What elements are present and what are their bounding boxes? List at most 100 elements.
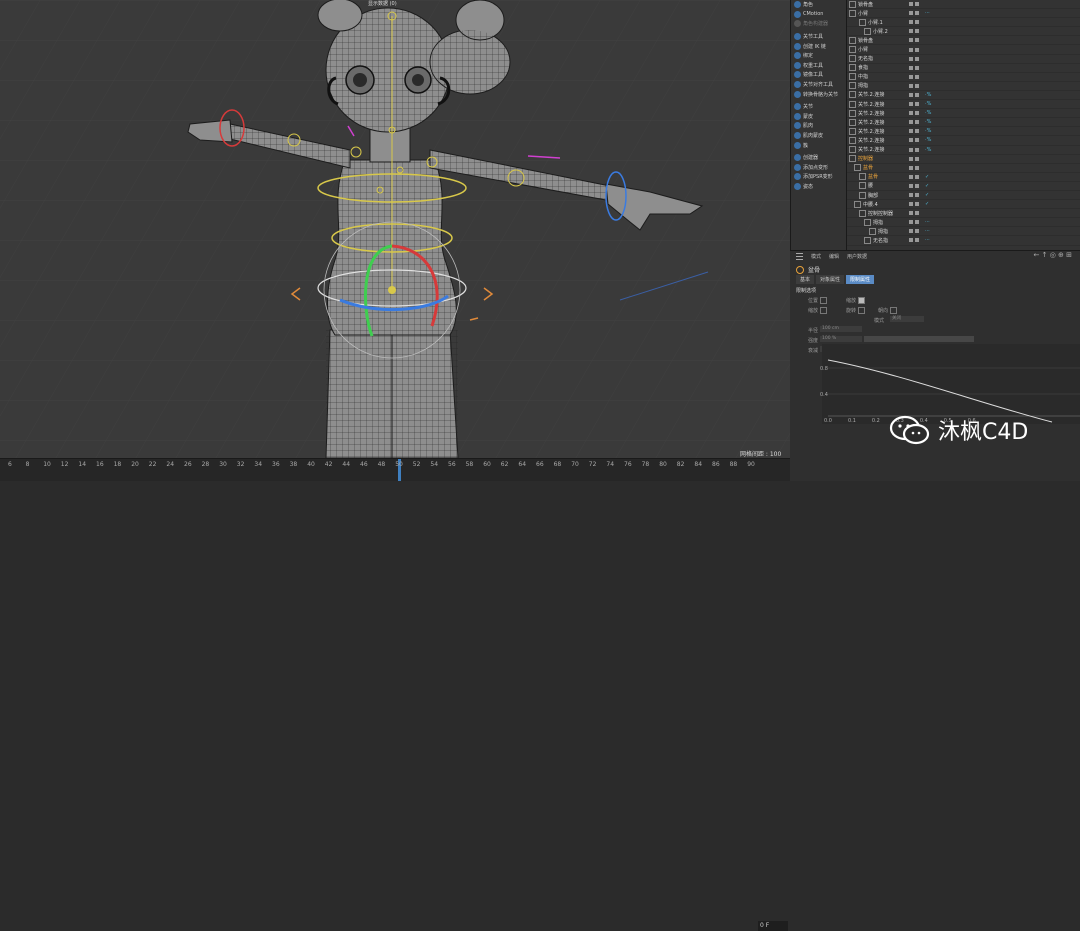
object-row[interactable]: 无名指 xyxy=(847,55,1080,64)
character-wireframe[interactable] xyxy=(0,0,790,458)
object-tags[interactable]: ✓ xyxy=(925,201,929,207)
object-row[interactable]: 小臂.1 xyxy=(847,18,1080,28)
object-row[interactable]: 关节.2.连接 ·% xyxy=(847,118,1080,128)
visibility-flags-icon[interactable] xyxy=(909,65,919,70)
object-row[interactable]: 盆骨 xyxy=(847,164,1080,173)
command-item[interactable]: 添加PSR变形 xyxy=(791,172,847,182)
object-tags[interactable]: ·% xyxy=(925,137,931,143)
frame-field[interactable]: 0 F xyxy=(758,921,788,931)
visibility-flags-icon[interactable] xyxy=(909,20,919,25)
object-tags[interactable]: ·% xyxy=(925,101,931,107)
object-tags[interactable]: ✓ xyxy=(925,192,929,198)
command-item[interactable]: 创建 IK 链 xyxy=(791,41,847,51)
radius-field[interactable]: 100 cm xyxy=(820,326,862,332)
tab-limit[interactable]: 限制属性 xyxy=(846,275,875,284)
visibility-flags-icon[interactable] xyxy=(909,102,919,107)
object-row[interactable]: 拇指 ··· xyxy=(847,227,1080,237)
command-item[interactable]: 簇 xyxy=(791,140,847,150)
visibility-flags-icon[interactable] xyxy=(909,74,919,79)
visibility-flags-icon[interactable] xyxy=(909,29,919,34)
object-row[interactable]: 腰 ✓ xyxy=(847,182,1080,191)
object-row[interactable]: 关节.2.连接 ·% xyxy=(847,100,1080,110)
command-item[interactable]: 肌肉 xyxy=(791,121,847,131)
object-row[interactable]: 拇指 xyxy=(847,82,1080,91)
object-tags[interactable]: ··· xyxy=(925,10,930,16)
command-item[interactable]: 角色 xyxy=(791,0,847,10)
visibility-flags-icon[interactable] xyxy=(909,56,919,61)
object-tags[interactable]: ·% xyxy=(925,110,931,116)
object-row[interactable]: 拇指 ··· xyxy=(847,218,1080,228)
object-row[interactable]: 锁骨盘 xyxy=(847,36,1080,46)
object-tags[interactable]: ✓ xyxy=(925,183,929,189)
command-item[interactable]: 绑定 xyxy=(791,51,847,61)
object-tags[interactable]: ·% xyxy=(925,119,931,125)
command-item[interactable]: 姿态 xyxy=(791,182,847,192)
object-row[interactable]: 小臂.2 xyxy=(847,27,1080,37)
command-item[interactable]: CMotion xyxy=(791,10,847,20)
menu-userdata[interactable]: 用户数据 xyxy=(847,253,867,260)
visibility-flags-icon[interactable] xyxy=(909,202,919,207)
object-tags[interactable]: ·% xyxy=(925,128,931,134)
visibility-flags-icon[interactable] xyxy=(909,47,919,52)
checkbox[interactable] xyxy=(820,297,828,304)
command-item[interactable]: 添加点变形 xyxy=(791,163,847,173)
object-row[interactable]: 关节.2.连接 ·% xyxy=(847,127,1080,137)
object-tags[interactable]: ✓ xyxy=(925,174,929,180)
command-item[interactable]: 创建器 xyxy=(791,153,847,163)
object-tags[interactable]: ··· xyxy=(925,228,930,234)
menu-mode[interactable]: 模式 xyxy=(811,253,821,260)
prop-scale-2[interactable]: 缩放 xyxy=(808,307,828,314)
visibility-flags-icon[interactable] xyxy=(909,165,919,170)
command-item[interactable]: 镜像工具 xyxy=(791,70,847,80)
visibility-flags-icon[interactable] xyxy=(909,129,919,134)
object-row[interactable]: 关节.2.连接 ·% xyxy=(847,109,1080,119)
command-item[interactable]: 蒙皮 xyxy=(791,112,847,122)
command-item[interactable]: 角色构建器 xyxy=(791,19,847,29)
prop-rotation[interactable]: 旋转 xyxy=(846,307,866,314)
visibility-flags-icon[interactable] xyxy=(909,174,919,179)
object-row[interactable]: 胸部 ✓ xyxy=(847,191,1080,201)
command-item[interactable]: 关节工具 xyxy=(791,32,847,42)
visibility-flags-icon[interactable] xyxy=(909,229,919,234)
checkbox[interactable] xyxy=(858,297,866,304)
checkbox[interactable] xyxy=(890,307,898,314)
visibility-flags-icon[interactable] xyxy=(909,138,919,143)
object-row[interactable]: 关节.2.连接 ·% xyxy=(847,136,1080,146)
object-row[interactable]: 无名指 ··· xyxy=(847,236,1080,246)
falloff-curve[interactable]: 0.8 0.4 0.0 0.1 0.2 0.3 0.4 0.5 0.6 xyxy=(820,344,1080,424)
visibility-flags-icon[interactable] xyxy=(909,38,919,43)
object-row[interactable]: 控制控制器 xyxy=(847,209,1080,219)
command-item[interactable]: 关节对齐工具 xyxy=(791,80,847,90)
tab-object[interactable]: 对象属性 xyxy=(816,275,845,284)
menu-edit[interactable]: 编辑 xyxy=(829,253,839,260)
nav-arrows-icon[interactable]: ← ↑ ◎ ⊕ ⊞ xyxy=(1034,251,1072,259)
strength-slider[interactable] xyxy=(864,336,974,342)
object-tags[interactable]: ··· xyxy=(925,237,930,243)
visibility-flags-icon[interactable] xyxy=(909,83,919,88)
visibility-flags-icon[interactable] xyxy=(909,211,919,216)
mode-select[interactable]: 关闭 xyxy=(890,316,924,322)
object-row[interactable]: 关节.2.连接 ·% xyxy=(847,91,1080,101)
menu-icon[interactable] xyxy=(796,253,803,260)
visibility-flags-icon[interactable] xyxy=(909,220,919,225)
object-tags[interactable]: ··· xyxy=(925,219,930,225)
visibility-flags-icon[interactable] xyxy=(909,2,919,7)
timeline[interactable]: 0 F 6 8 10 12 14 16 18 20 22 24 26 28 30 32 34 36 38 40 42… xyxy=(0,458,790,931)
visibility-flags-icon[interactable] xyxy=(909,183,919,188)
prop-position[interactable]: 位置 xyxy=(808,297,828,304)
command-item[interactable]: 关节 xyxy=(791,102,847,112)
object-row[interactable]: 中指 xyxy=(847,73,1080,82)
command-item[interactable]: 肌肉蒙皮 xyxy=(791,131,847,141)
command-item[interactable]: 转换骨骼为关节 xyxy=(791,89,847,99)
object-tags[interactable]: ·% xyxy=(925,147,931,153)
visibility-flags-icon[interactable] xyxy=(909,238,919,243)
visibility-flags-icon[interactable] xyxy=(909,120,919,125)
object-row[interactable]: 关节.2.连接 ·% xyxy=(847,146,1080,155)
object-row[interactable]: 盆骨 ✓ xyxy=(847,173,1080,182)
object-row[interactable]: 小臂 ··· xyxy=(847,9,1080,19)
visibility-flags-icon[interactable] xyxy=(909,92,919,97)
visibility-flags-icon[interactable] xyxy=(909,193,919,198)
checkbox[interactable] xyxy=(820,307,828,314)
object-row[interactable]: 锁骨盘 xyxy=(847,0,1080,10)
visibility-flags-icon[interactable] xyxy=(909,11,919,16)
